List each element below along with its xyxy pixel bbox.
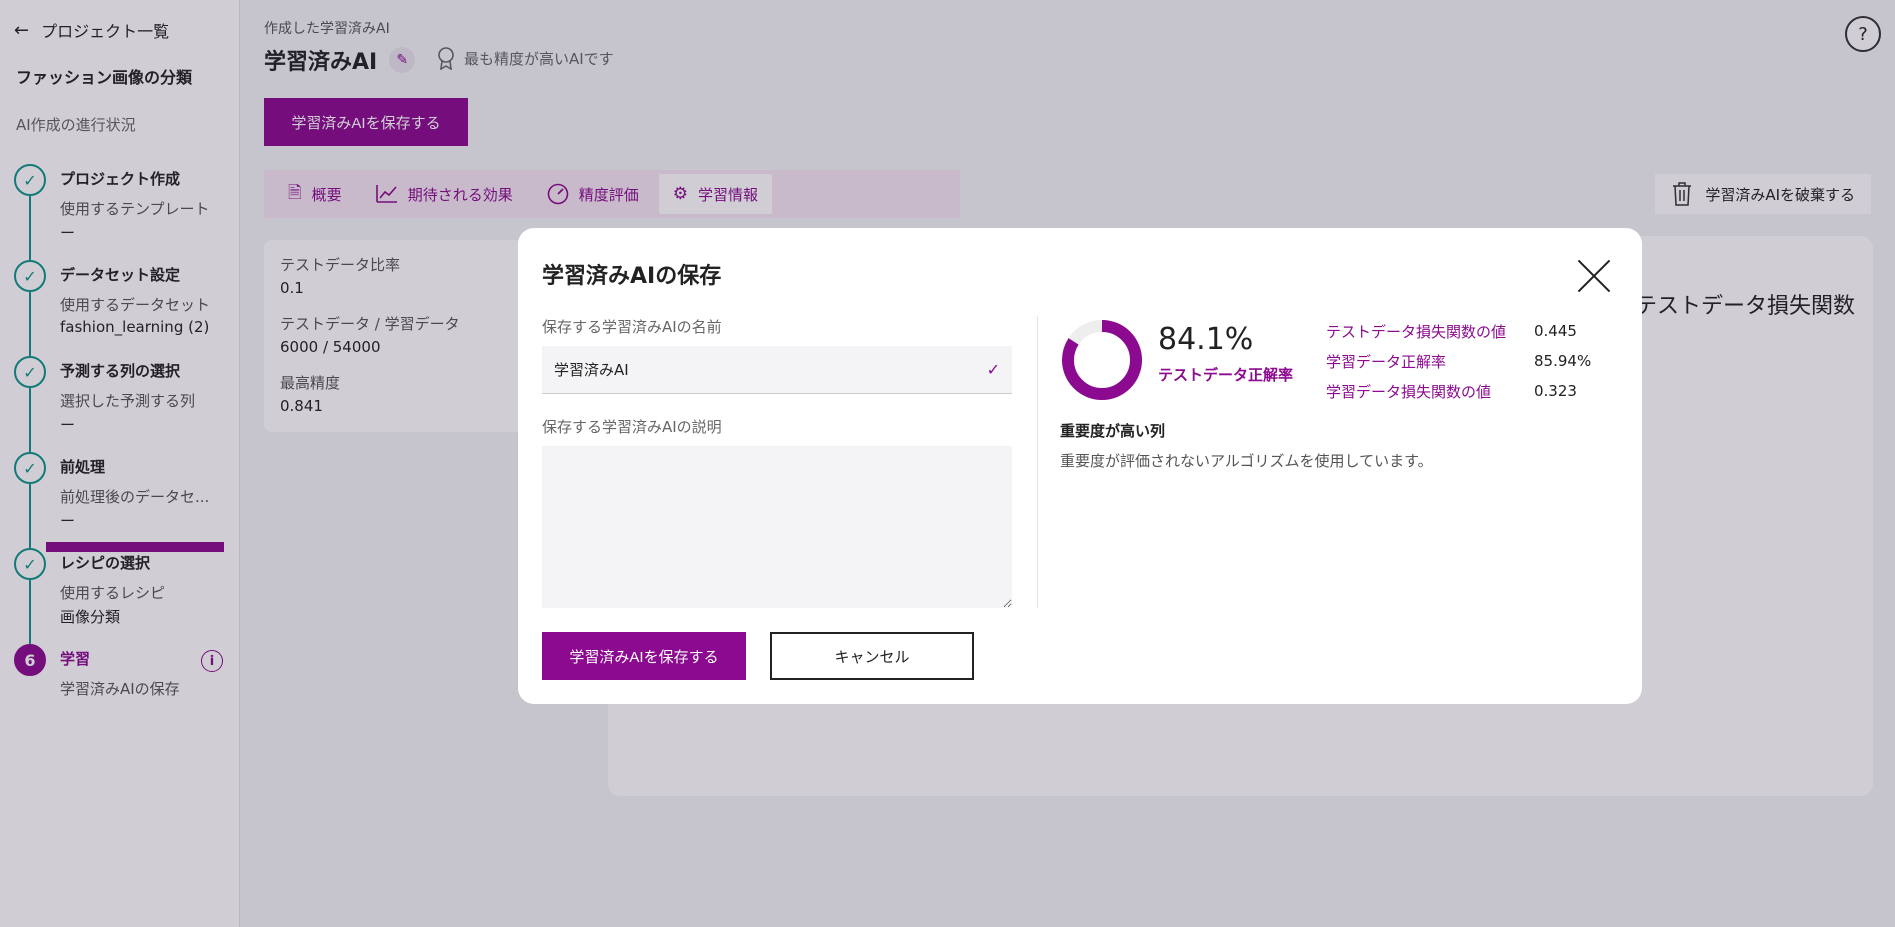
metric-label: 学習データ損失関数の値 bbox=[1326, 382, 1492, 401]
accuracy-value: 84.1% bbox=[1158, 322, 1254, 357]
dialog-title: 学習済みAIの保存 bbox=[542, 264, 722, 289]
check-icon: ✓ bbox=[986, 360, 1000, 379]
metric-row: テストデータ損失関数の値 0.445 bbox=[1326, 316, 1591, 346]
model-name-input[interactable]: 学習済みAI ✓ bbox=[542, 346, 1012, 394]
dialog-cancel-button[interactable]: キャンセル bbox=[770, 632, 974, 680]
metric-value: 0.323 bbox=[1534, 382, 1577, 400]
metric-label: テストデータ損失関数の値 bbox=[1326, 322, 1507, 341]
accuracy-donut bbox=[1062, 320, 1142, 400]
save-model-dialog: 学習済みAIの保存 保存する学習済みAIの名前 学習済みAI ✓ 保存する学習済… bbox=[518, 228, 1642, 704]
metric-row: 学習データ正解率 85.94% bbox=[1326, 346, 1591, 376]
name-field-label: 保存する学習済みAIの名前 bbox=[542, 318, 722, 336]
importance-text: 重要度が評価されないアルゴリズムを使用しています。 bbox=[1060, 452, 1433, 470]
dialog-save-button[interactable]: 学習済みAIを保存する bbox=[542, 632, 746, 680]
metric-row: 学習データ損失関数の値 0.323 bbox=[1326, 376, 1591, 406]
metric-value: 85.94% bbox=[1534, 352, 1592, 370]
metric-value: 0.445 bbox=[1534, 322, 1577, 340]
close-icon[interactable] bbox=[1576, 258, 1612, 294]
metrics-list: テストデータ損失関数の値 0.445 学習データ正解率 85.94% 学習データ… bbox=[1326, 316, 1591, 406]
accuracy-label: テストデータ正解率 bbox=[1158, 366, 1294, 384]
importance-title: 重要度が高い列 bbox=[1060, 422, 1166, 440]
metric-label: 学習データ正解率 bbox=[1326, 352, 1447, 371]
model-name-value: 学習済みAI bbox=[554, 361, 629, 379]
model-description-textarea[interactable] bbox=[542, 446, 1012, 608]
description-field-label: 保存する学習済みAIの説明 bbox=[542, 418, 722, 436]
divider bbox=[1037, 316, 1038, 608]
